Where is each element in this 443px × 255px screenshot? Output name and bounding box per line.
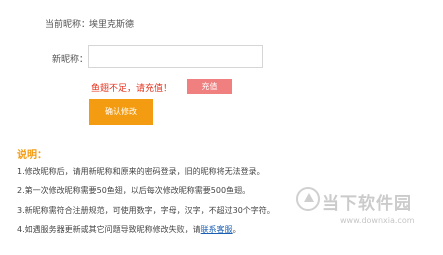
watermark-url: www.downxia.com [340,216,415,225]
watermark-name: 当下软件园 [322,194,412,214]
confirm-modify-button[interactable]: 确认修改 [89,99,153,125]
notes-title: 说明： [17,150,47,161]
note-item-3: 3.新昵称需符合注册规范，可使用数字，字母，汉字，不超过30个字符。 [17,206,275,215]
downxia-logo-icon [296,187,320,211]
note-item-1: 1.修改昵称后，请用新昵称和原来的密码登录，旧的昵称将无法登录。 [17,167,265,176]
note-item-2: 2.第一次修改昵称需要50鱼翅，以后每次修改昵称需要500鱼翅。 [17,186,251,195]
current-nickname-value: 埃里克斯德 [89,20,135,30]
note-item-4-text: 4.如遇服务器更新或其它问题导致昵称修改失败，请 [17,225,201,234]
contact-support-link[interactable]: 联系客服 [201,225,233,234]
note-item-4-end: 。 [232,225,241,234]
new-nickname-label: 新昵称： [52,55,89,65]
insufficient-balance-message: 鱼翅不足，请充值！ [91,84,173,94]
current-nickname-label: 当前昵称： [45,20,91,30]
recharge-button[interactable]: 充值 [187,79,232,94]
note-item-4: 4.如遇服务器更新或其它问题导致昵称修改失败，请联系客服。 [17,224,241,235]
new-nickname-input[interactable] [88,45,263,68]
